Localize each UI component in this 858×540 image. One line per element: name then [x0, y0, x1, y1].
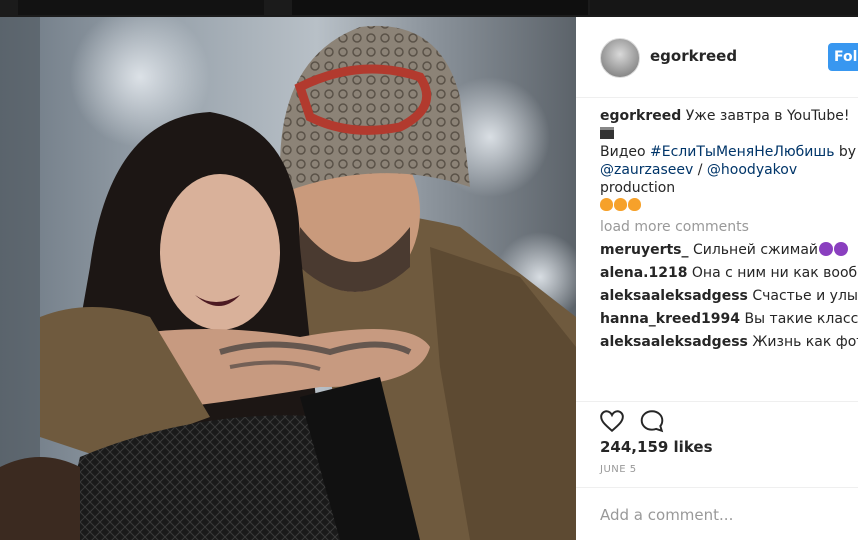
- comment-username[interactable]: meruyerts_: [600, 242, 689, 258]
- author-username[interactable]: egorkreed: [650, 47, 737, 65]
- comment-text: Сильней сжимай: [692, 242, 819, 258]
- comment-username[interactable]: hanna_kreed1994: [600, 311, 740, 327]
- post-date[interactable]: JUNE 5: [600, 464, 637, 475]
- comment-icon[interactable]: [639, 408, 665, 434]
- caption-text: Видео: [600, 144, 651, 160]
- background-thumbnail: [18, 0, 264, 15]
- add-comment-section: [576, 487, 858, 540]
- hashtag-link[interactable]: #ЕслиТыМеняНеЛюбишь: [650, 144, 834, 160]
- comment-username[interactable]: alena.1218: [600, 265, 687, 281]
- heart-icon[interactable]: [599, 408, 625, 434]
- background-thumbnails: [0, 0, 858, 17]
- comment-username[interactable]: aleksaaleksadgess: [600, 288, 748, 304]
- post-side-panel: egorkreed Follow egorkreed Уже завтра в …: [576, 17, 858, 540]
- caption-separator: /: [693, 162, 707, 178]
- load-more-comments-link[interactable]: load more comments: [600, 218, 858, 236]
- post-header: egorkreed Follow: [576, 17, 858, 98]
- comment-text: Она с ним ни как вообще не смотрится чер…: [691, 265, 858, 281]
- post-photo[interactable]: [0, 17, 576, 540]
- devil-emoji-icon: [819, 242, 834, 256]
- mention-link[interactable]: @hoodyakov: [707, 162, 797, 178]
- caption: egorkreed Уже завтра в YouTube! Видео #Е…: [600, 107, 858, 215]
- caption-username[interactable]: egorkreed: [600, 108, 681, 124]
- mention-link[interactable]: @zaurzaseev: [600, 162, 693, 178]
- caption-text: by: [834, 144, 857, 160]
- clapper-emoji-icon: [600, 127, 614, 139]
- caption-text: production: [600, 180, 676, 196]
- caption-text: Уже завтра в YouTube!: [685, 108, 850, 124]
- comment-item: alena.1218 Она с ним ни как вообще не см…: [600, 264, 858, 282]
- follow-button[interactable]: Follow: [828, 43, 858, 71]
- post-actions: [576, 401, 858, 438]
- avatar[interactable]: [600, 38, 640, 78]
- fire-emoji-icon: [600, 198, 613, 211]
- devil-emoji-icon: [834, 242, 849, 256]
- comment-item: hanna_kreed1994 Вы такие классные и супе…: [600, 310, 858, 328]
- comments-list: egorkreed Уже завтра в YouTube! Видео #Е…: [600, 107, 858, 351]
- background-thumbnail: [590, 0, 858, 15]
- fire-emoji-icon: [614, 198, 627, 211]
- comment-item: aleksaaleksadgess Жизнь как фотография..…: [600, 333, 858, 351]
- comment-item: meruyerts_ Сильней сжимай: [600, 241, 858, 259]
- photo-illustration: [0, 17, 576, 540]
- fire-emoji-icon: [628, 198, 641, 211]
- add-comment-input[interactable]: [600, 504, 840, 526]
- comment-username[interactable]: aleksaaleksadgess: [600, 334, 748, 350]
- comment-text: Счастье и улыбка на лице тебе к лицу: [752, 288, 858, 304]
- comment-item: aleksaaleksadgess Счастье и улыбка на ли…: [600, 287, 858, 305]
- comment-text: Жизнь как фотография.... получается лучш…: [752, 334, 858, 350]
- background-thumbnail: [292, 0, 588, 15]
- comment-text: Вы такие классные и суперские: [744, 311, 858, 327]
- likes-count[interactable]: 244,159 likes: [600, 438, 713, 456]
